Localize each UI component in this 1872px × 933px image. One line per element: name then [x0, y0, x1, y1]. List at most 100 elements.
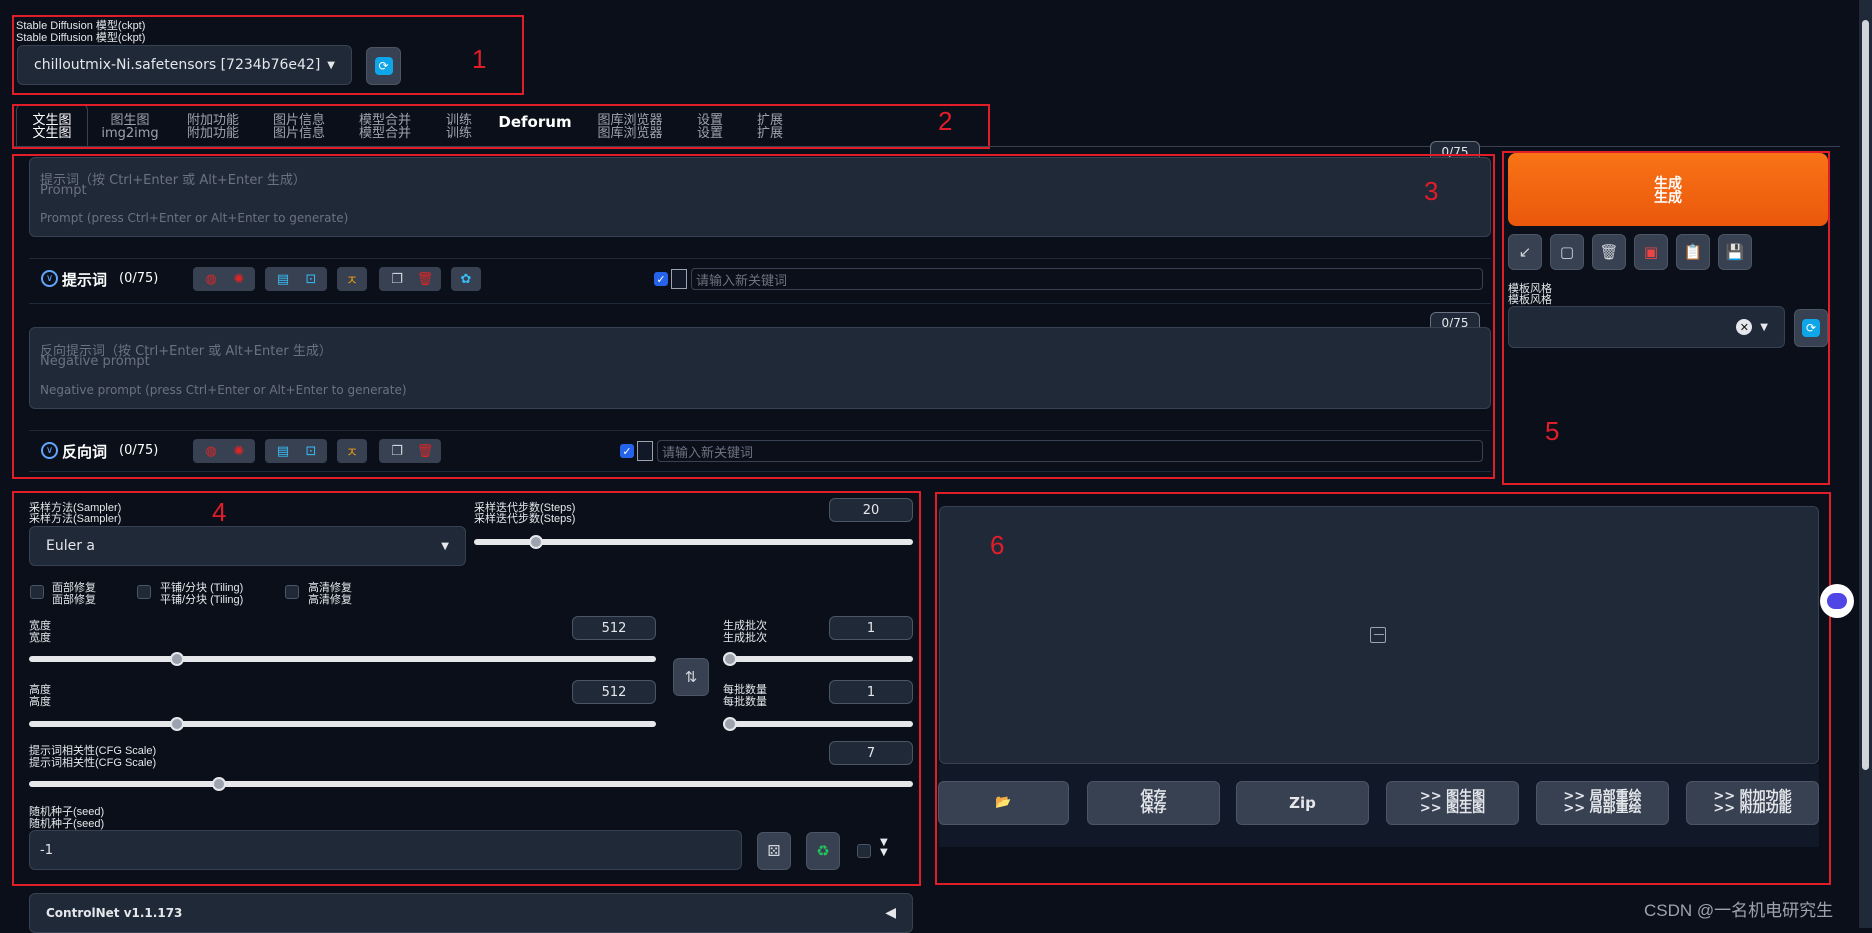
negative-keyword-checkbox[interactable]: ✓: [620, 444, 634, 458]
tab-settings[interactable]: 设置 设置: [690, 114, 730, 140]
width-slider[interactable]: [29, 652, 656, 666]
tab-checkpoint-merger[interactable]: 模型合并 模型合并: [352, 114, 418, 140]
gear-icon[interactable]: ✺: [227, 440, 251, 462]
batch-count-slider[interactable]: [723, 652, 913, 666]
cfg-slider[interactable]: [29, 777, 913, 791]
batch-size-slider[interactable]: [723, 717, 913, 731]
globe-icon[interactable]: ◍: [199, 440, 223, 462]
extra-networks-button[interactable]: ▣: [1634, 234, 1668, 270]
height-label: 高度 高度: [29, 684, 51, 708]
gear-icon[interactable]: ✺: [227, 268, 251, 290]
annotation-4: 4: [212, 497, 227, 527]
model-value: chilloutmix-Ni.safetensors [7234b76e42]: [34, 57, 321, 73]
tab-divider: [14, 146, 1840, 147]
tab-image-browser[interactable]: 图库浏览器 图库浏览器: [590, 114, 670, 140]
style-dropdown[interactable]: ✕ ▼: [1508, 306, 1785, 348]
batch-size-slider-thumb[interactable]: [723, 717, 737, 731]
folder-icon: 📂: [995, 795, 1012, 810]
annotation-5: 5: [1545, 416, 1560, 446]
model-refresh-button[interactable]: ⟳: [366, 47, 401, 85]
chevron-down-icon: ▼: [327, 59, 335, 71]
translate-icon[interactable]: ㅈ: [340, 268, 364, 290]
save-icon: 💾: [1725, 243, 1745, 261]
zip-button[interactable]: Zip: [1236, 781, 1369, 825]
open-folder-button[interactable]: 📂: [938, 781, 1069, 825]
controlnet-accordion[interactable]: ControlNet v1.1.173 ◀: [29, 893, 913, 933]
negative-prompt-textarea[interactable]: 反向提示词（按 Ctrl+Enter 或 Alt+Enter 生成） Negat…: [29, 327, 1491, 409]
extra-seed-checkbox[interactable]: [857, 844, 871, 858]
prompt-placeholder-en-full: Prompt (press Ctrl+Enter or Alt+Enter to…: [40, 211, 349, 225]
scrollbar-thumb[interactable]: [1862, 20, 1869, 770]
clear-icon[interactable]: ✕: [1736, 319, 1753, 335]
tab-deforum[interactable]: Deforum: [498, 115, 572, 130]
hires-fix-checkbox[interactable]: [285, 585, 299, 599]
card-icon: ▣: [1643, 243, 1659, 261]
collapse-arrow-icon: ◀: [885, 905, 896, 921]
output-gallery[interactable]: [939, 506, 1819, 764]
bookmark-icon[interactable]: ⊡: [299, 268, 323, 290]
width-slider-thumb[interactable]: [169, 652, 184, 666]
send-to-img2img-button[interactable]: >> 图生图 >> 图生图: [1386, 781, 1519, 825]
seed-input[interactable]: -1: [29, 830, 742, 870]
height-input[interactable]: 512: [572, 680, 656, 704]
tab-img2img[interactable]: 图生图 img2img: [100, 114, 160, 140]
trash-icon[interactable]: 🗑: [413, 268, 437, 290]
refresh-icon: ⟳: [374, 57, 393, 75]
reuse-seed-button[interactable]: ♻: [806, 832, 840, 870]
openai-icon[interactable]: ✿: [454, 268, 478, 290]
tab-extensions[interactable]: 扩展 扩展: [750, 114, 790, 140]
tiling-checkbox[interactable]: [137, 585, 151, 599]
arrow-icon-button[interactable]: ↙: [1508, 234, 1542, 270]
width-input[interactable]: 512: [572, 616, 656, 640]
trash-button[interactable]: 🗑: [1592, 234, 1626, 270]
collapse-icon[interactable]: ∨: [41, 270, 58, 287]
image-placeholder-icon: [1370, 627, 1386, 643]
trash-icon[interactable]: 🗑: [413, 440, 437, 462]
steps-input[interactable]: 20: [829, 498, 913, 522]
face-restore-checkbox[interactable]: [30, 585, 44, 599]
sampler-dropdown[interactable]: Euler a ▼: [29, 526, 466, 566]
steps-slider[interactable]: [474, 535, 913, 549]
steps-slider-thumb[interactable]: [529, 535, 544, 549]
collapse-icon[interactable]: ∨: [41, 442, 58, 459]
list-icon[interactable]: ▤: [271, 268, 295, 290]
list-icon[interactable]: ▤: [271, 440, 295, 462]
style-refresh-button[interactable]: ⟳: [1794, 309, 1828, 347]
send-to-extras-button[interactable]: >> 附加功能 >> 附加功能: [1686, 781, 1819, 825]
tab-train[interactable]: 训练 训练: [438, 114, 480, 140]
tab-png-info[interactable]: 图片信息 图片信息: [266, 114, 332, 140]
random-seed-button[interactable]: ⚄: [757, 832, 791, 870]
tab-txt2img[interactable]: 文生图 文生图: [18, 114, 86, 140]
height-slider[interactable]: [29, 717, 656, 731]
expand-icon[interactable]: ▼ ▼: [880, 838, 888, 858]
translate-icon[interactable]: ㅈ: [340, 440, 364, 462]
batch-count-input[interactable]: 1: [829, 616, 913, 640]
model-dropdown[interactable]: chilloutmix-Ni.safetensors [7234b76e42] …: [17, 45, 352, 85]
assistant-widget[interactable]: [1820, 584, 1854, 618]
copy-icon[interactable]: ❐: [385, 440, 409, 462]
swap-dimensions-button[interactable]: ⇅: [673, 658, 709, 696]
negative-toolbar: ∨ 反向词 (0/75) ◍ ✺ ▤ ⊡ ㅈ ❐ 🗑 ✓ 请输入新关键词: [29, 430, 1491, 472]
copy-icon[interactable]: ❐: [385, 268, 409, 290]
batch-size-input[interactable]: 1: [829, 680, 913, 704]
scrollbar-track[interactable]: [1859, 0, 1872, 928]
steps-label-dup: 采样迭代步数(Steps): [474, 513, 576, 525]
save-button[interactable]: 保存 保存: [1087, 781, 1220, 825]
robot-icon: [1827, 593, 1847, 609]
save-style-button[interactable]: 💾: [1718, 234, 1752, 270]
prompt-textarea[interactable]: 提示词（按 Ctrl+Enter 或 Alt+Enter 生成） Prompt …: [29, 157, 1491, 237]
clear-button[interactable]: ▢: [1550, 234, 1584, 270]
globe-icon[interactable]: ◍: [199, 268, 223, 290]
batch-count-slider-thumb[interactable]: [723, 652, 737, 666]
cfg-slider-thumb[interactable]: [211, 777, 226, 791]
prompt-keyword-input[interactable]: 请输入新关键词: [691, 268, 1483, 290]
paste-button[interactable]: 📋: [1676, 234, 1710, 270]
cfg-input[interactable]: 7: [829, 741, 913, 765]
bookmark-icon[interactable]: ⊡: [299, 440, 323, 462]
negative-keyword-input[interactable]: 请输入新关键词: [657, 440, 1483, 462]
tab-extras[interactable]: 附加功能 附加功能: [180, 114, 246, 140]
send-to-inpaint-button[interactable]: >> 局部重绘 >> 局部重绘: [1536, 781, 1669, 825]
keyword-checkbox[interactable]: ✓: [654, 272, 668, 286]
generate-button[interactable]: 生成 生成: [1508, 153, 1828, 226]
height-slider-thumb[interactable]: [169, 717, 184, 731]
